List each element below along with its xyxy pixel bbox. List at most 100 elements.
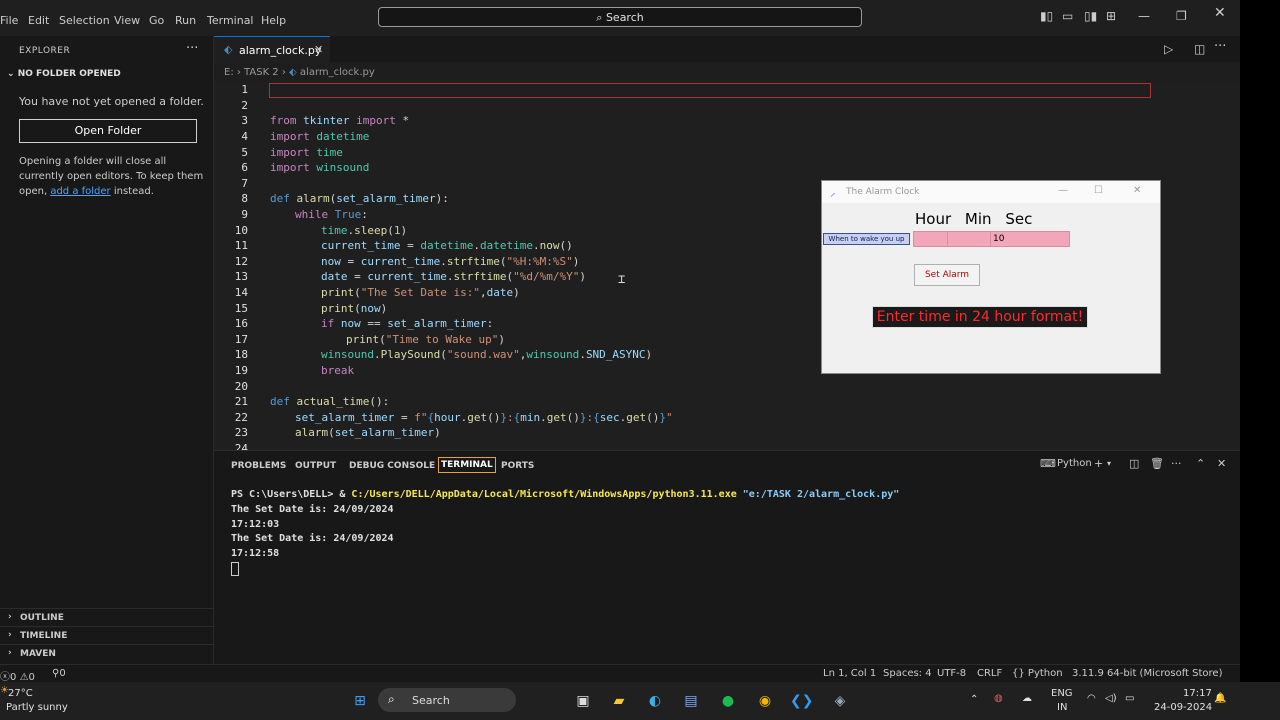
menu-selection[interactable]: Selection <box>59 14 110 27</box>
close-window-icon[interactable]: ✕ <box>1133 185 1141 196</box>
search-icon: ⌕ <box>388 692 395 706</box>
menu-run[interactable]: Run <box>175 14 196 27</box>
tab-terminal[interactable]: TERMINAL <box>438 457 496 473</box>
menu-file[interactable]: File <box>0 14 18 27</box>
run-icon[interactable]: ▷ <box>1164 42 1173 56</box>
cursor-position[interactable]: Ln 1, Col 1 <box>823 668 876 679</box>
file-explorer-icon[interactable]: ▰ <box>608 690 630 712</box>
weather-text[interactable]: Partly sunny <box>6 702 68 713</box>
new-terminal-icon[interactable]: + <box>1094 457 1103 470</box>
python-file-icon: ⬖ <box>224 43 233 56</box>
add-folder-link[interactable]: add a folder <box>50 186 110 197</box>
restore-icon[interactable]: ❐ <box>1176 9 1187 23</box>
line-ending[interactable]: CRLF <box>977 668 1002 679</box>
indentation[interactable]: Spaces: 4 <box>883 668 932 679</box>
toggle-secondary-sidebar-icon[interactable]: ▯▮ <box>1084 9 1097 23</box>
set-alarm-button[interactable]: Set Alarm <box>914 264 980 286</box>
close-panel-icon[interactable]: ✕ <box>1217 457 1226 470</box>
code-line: alarm(set_alarm_timer) <box>295 426 441 439</box>
volume-icon[interactable]: ◁) <box>1105 693 1117 704</box>
cloud-icon[interactable]: ☁ <box>1022 693 1032 704</box>
alarm-window-titlebar[interactable]: ⸝ The Alarm Clock — ☐ ✕ <box>822 181 1160 203</box>
more-actions-icon[interactable]: ··· <box>186 41 198 56</box>
maximize-icon[interactable]: ☐ <box>1094 185 1103 196</box>
min-header: Min <box>964 210 992 228</box>
notifications-icon[interactable]: 🔔 <box>1214 693 1226 704</box>
language-mode[interactable]: {} Python <box>1012 668 1063 679</box>
spotify-icon[interactable]: ● <box>717 690 739 712</box>
maximize-panel-icon[interactable]: ⌃ <box>1196 457 1205 470</box>
time-headers: Hour Min Sec <box>915 210 1041 228</box>
python-interpreter[interactable]: 3.11.9 64-bit (Microsoft Store) <box>1072 668 1222 679</box>
shell-label[interactable]: Python <box>1057 458 1092 469</box>
more-actions-icon[interactable]: ··· <box>1171 457 1182 470</box>
more-actions-icon[interactable]: ··· <box>1214 39 1226 54</box>
menu-edit[interactable]: Edit <box>28 14 49 27</box>
region-indicator[interactable]: IN <box>1057 702 1067 713</box>
encoding[interactable]: UTF-8 <box>937 668 966 679</box>
edge-icon[interactable]: ◐ <box>644 690 666 712</box>
chevron-up-icon[interactable]: ⌃ <box>970 694 978 705</box>
line-number: 7 <box>241 177 248 190</box>
timeline-label: TIMELINE <box>20 631 68 641</box>
close-window-icon[interactable]: ✕ <box>1214 5 1226 21</box>
code-line: date = current_time.strftime("%d/%m/%Y") <box>321 270 586 283</box>
tab-ports[interactable]: PORTS <box>501 461 534 471</box>
outline-section[interactable]: › OUTLINE <box>0 608 213 627</box>
errors-status[interactable]: ⓧ0 ⚠0 <box>0 668 35 683</box>
ports-status[interactable]: ⚲0 <box>52 668 66 679</box>
windows-taskbar: 27°C ☀ Partly sunny ⊞ ⌕ Search ▣ ▰ ◐ ▤ ●… <box>0 682 1280 720</box>
windows-start-icon[interactable]: ⊞ <box>349 690 371 712</box>
terminal-cursor[interactable] <box>231 562 239 576</box>
tray-app-icon[interactable]: ◍ <box>994 693 1003 704</box>
title-bar: File Edit Selection View Go Run Terminal… <box>0 0 1240 36</box>
terminal-prompt: PS C:\Users\DELL> & <box>231 489 352 500</box>
menu-view[interactable]: View <box>114 14 140 27</box>
breadcrumb-file[interactable]: alarm_clock.py <box>300 67 375 78</box>
split-terminal-icon[interactable]: ◫ <box>1129 457 1139 470</box>
python-app-icon[interactable]: ◈ <box>829 690 851 712</box>
customize-layout-icon[interactable]: ⊞ <box>1106 9 1116 23</box>
wake-up-label: When to wake you up <box>823 233 910 245</box>
menu-help[interactable]: Help <box>261 14 286 27</box>
toggle-sidebar-icon[interactable]: ▮▯ <box>1040 9 1053 23</box>
sec-input[interactable]: 10 <box>990 231 1070 247</box>
minimize-icon[interactable]: — <box>1058 185 1068 196</box>
maven-section[interactable]: › MAVEN <box>0 644 213 663</box>
min-input[interactable] <box>947 231 991 247</box>
breadcrumb-folder[interactable]: TASK 2 <box>244 67 279 78</box>
taskbar-search[interactable]: ⌕ Search <box>378 688 516 712</box>
tab-output[interactable]: OUTPUT <box>295 461 336 471</box>
temperature[interactable]: 27°C <box>8 688 33 699</box>
clock-time[interactable]: 17:17 <box>1183 688 1212 699</box>
task-view-icon[interactable]: ▣ <box>572 690 594 712</box>
tab-debug-console[interactable]: DEBUG CONSOLE <box>349 461 435 471</box>
battery-icon[interactable]: ▭ <box>1125 693 1134 704</box>
command-center-search[interactable]: ⌕ Search <box>378 7 862 27</box>
chrome-icon[interactable]: ◉ <box>754 690 776 712</box>
code-line: time.sleep(1) <box>321 224 408 237</box>
open-folder-button[interactable]: Open Folder <box>19 119 197 143</box>
no-folder-section[interactable]: ⌄ NO FOLDER OPENED <box>7 69 121 79</box>
minimize-icon[interactable]: — <box>1138 9 1150 23</box>
code-line: winsound.PlaySound("sound.wav",winsound.… <box>321 348 653 361</box>
trash-icon[interactable]: 🗑 <box>1150 457 1164 470</box>
hour-input[interactable] <box>913 231 948 247</box>
line-number: 20 <box>234 380 248 393</box>
tab-problems[interactable]: PROBLEMS <box>231 461 286 471</box>
chevron-down-icon[interactable]: ▾ <box>1107 459 1111 468</box>
breadcrumb-drive[interactable]: E: <box>224 67 234 78</box>
store-icon[interactable]: ▤ <box>680 690 702 712</box>
wifi-icon[interactable]: ◠ <box>1087 693 1096 704</box>
tab-alarm-clock[interactable]: ⬖ alarm_clock.py ✕ <box>214 36 330 63</box>
menu-go[interactable]: Go <box>149 14 164 27</box>
split-editor-icon[interactable]: ◫ <box>1194 42 1205 56</box>
close-tab-icon[interactable]: ✕ <box>314 43 323 56</box>
toggle-panel-icon[interactable]: ▭ <box>1062 9 1073 23</box>
vscode-icon[interactable]: ❮❯ <box>790 690 813 712</box>
menu-terminal[interactable]: Terminal <box>207 14 254 27</box>
clock-date[interactable]: 24-09-2024 <box>1154 702 1212 713</box>
line-number: 17 <box>234 333 248 346</box>
language-indicator[interactable]: ENG <box>1051 688 1073 699</box>
timeline-section[interactable]: › TIMELINE <box>0 626 213 645</box>
